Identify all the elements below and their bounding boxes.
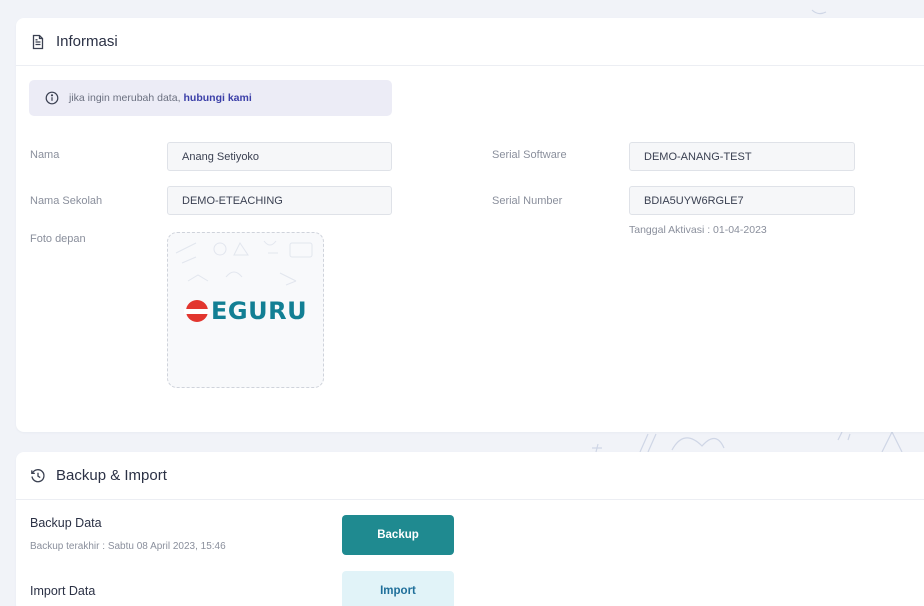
serial-number-label: Serial Number <box>492 195 563 207</box>
informasi-title: Informasi <box>56 33 118 50</box>
info-circle-icon <box>45 91 59 105</box>
nama-sekolah-label: Nama Sekolah <box>30 195 103 207</box>
backup-import-title: Backup & Import <box>56 467 167 484</box>
serial-software-label: Serial Software <box>492 149 567 161</box>
info-alert: jika ingin merubah data, hubungi kami <box>29 80 392 116</box>
foto-depan-label: Foto depan <box>30 233 86 245</box>
nama-label: Nama <box>30 149 60 161</box>
serial-number-field[interactable]: BDIA5UYW6RGLE7 <box>629 186 855 215</box>
nama-sekolah-field[interactable]: DEMO-ETEACHING <box>167 186 392 215</box>
import-data-title: Import Data <box>30 584 96 598</box>
tanggal-aktivasi: Tanggal Aktivasi : 01-04-2023 <box>629 224 767 236</box>
import-button[interactable]: Import <box>342 571 454 606</box>
foto-depan-upload[interactable]: EGURU <box>167 232 324 388</box>
eguru-logo: EGURU <box>184 297 308 325</box>
eguru-wordmark: EGURU <box>211 297 308 325</box>
backup-last-time: Backup terakhir : Sabtu 08 April 2023, 1… <box>30 541 226 552</box>
backup-import-card: Backup & Import Backup Data Backup terak… <box>16 452 924 606</box>
contact-us-link[interactable]: hubungi kami <box>184 92 252 104</box>
backup-import-header: Backup & Import <box>16 452 924 500</box>
history-icon <box>30 468 46 484</box>
doodle-pattern <box>175 240 313 286</box>
nama-field[interactable]: Anang Setiyoko <box>167 142 392 171</box>
alert-text: jika ingin merubah data, <box>69 92 181 104</box>
serial-software-field[interactable]: DEMO-ANANG-TEST <box>629 142 855 171</box>
eteaching-badge <box>184 300 210 322</box>
backup-data-title: Backup Data <box>30 516 102 530</box>
backup-button[interactable]: Backup <box>342 515 454 555</box>
informasi-card: Informasi jika ingin merubah data, hubun… <box>16 18 924 432</box>
document-icon <box>30 34 46 50</box>
informasi-header: Informasi <box>16 18 924 66</box>
